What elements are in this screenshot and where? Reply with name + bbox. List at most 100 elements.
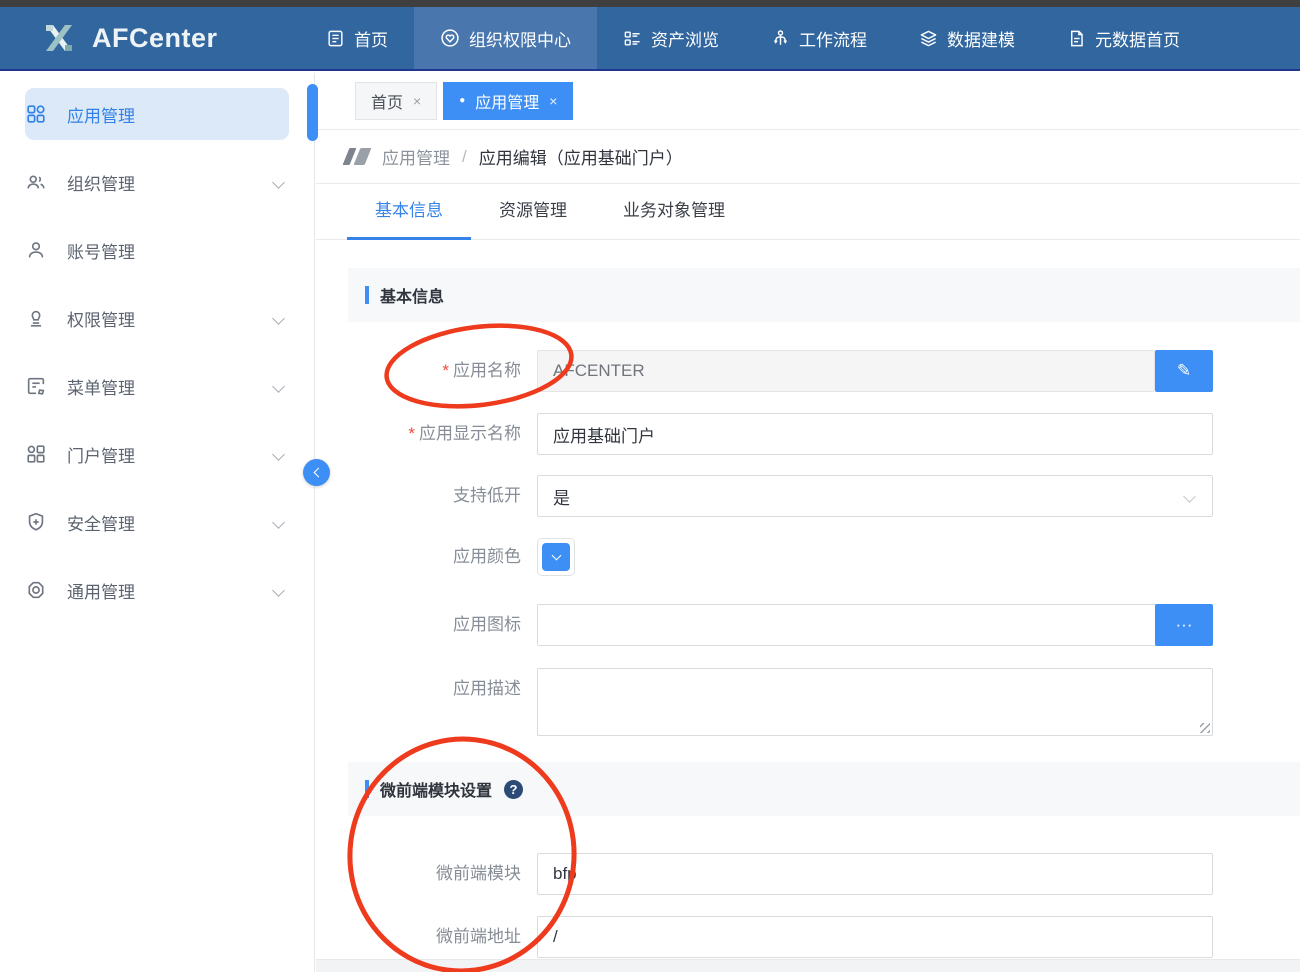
nav-item-data-modeling[interactable]: 数据建模 — [893, 7, 1041, 69]
field-label: 应用描述 — [316, 668, 537, 736]
afcenter-logo-icon — [38, 17, 80, 59]
chevron-down-icon — [1183, 490, 1196, 503]
nav-item-org-permission-center[interactable]: 组织权限中心 — [414, 7, 597, 69]
chevron-down-icon — [272, 448, 285, 461]
tab-resource-management[interactable]: 资源管理 — [471, 196, 595, 239]
sidebar-item-general-management[interactable]: 通用管理 — [25, 564, 289, 616]
nav-label: 工作流程 — [799, 26, 867, 51]
org-permission-heart-icon — [440, 28, 460, 48]
section-header-basic-info: 基本信息 — [348, 268, 1300, 322]
sidebar-item-app-management[interactable]: 应用管理 — [25, 88, 289, 140]
sidebar-item-label: 组织管理 — [67, 170, 135, 195]
form-row-app-description: 应用描述 — [316, 668, 1213, 736]
sidebar-collapse-button[interactable] — [303, 459, 330, 486]
low-code-select[interactable]: 是 — [537, 475, 1213, 517]
sidebar-item-security-management[interactable]: 安全管理 — [25, 496, 289, 548]
app-color-picker[interactable] — [537, 538, 575, 576]
nav-label: 组织权限中心 — [469, 26, 571, 51]
nav-item-workflow[interactable]: 工作流程 — [745, 7, 893, 69]
chevron-left-icon — [313, 468, 323, 478]
content-scroll-indicator[interactable] — [307, 84, 318, 141]
permission-seal-icon — [25, 307, 47, 329]
account-user-icon — [25, 239, 47, 261]
chevron-down-icon — [272, 176, 285, 189]
app-name-input[interactable] — [537, 350, 1155, 392]
color-swatch — [542, 543, 570, 571]
nav-label: 数据建模 — [947, 26, 1015, 51]
security-shield-icon — [25, 511, 47, 533]
tab-label: 首页 — [371, 89, 403, 113]
app-icon-input[interactable] — [537, 604, 1213, 646]
workspace-tab-home[interactable]: 首页 × — [355, 82, 437, 120]
section-title: 微前端模块设置 — [380, 777, 492, 801]
required-marker: * — [408, 424, 415, 443]
nav-label: 首页 — [354, 26, 388, 51]
app-logo-text: AFCenter — [92, 23, 218, 54]
field-label: 应用图标 — [316, 604, 537, 646]
breadcrumb-current: 应用编辑（应用基础门户） — [479, 144, 683, 169]
close-icon[interactable]: × — [413, 93, 421, 109]
form-row-app-color: 应用颜色 — [316, 538, 575, 576]
app-logo[interactable]: AFCenter — [0, 17, 300, 59]
workflow-icon — [771, 29, 790, 48]
field-label: 支持低开 — [316, 475, 537, 517]
workspace-tab-app-management[interactable]: ● 应用管理 × — [443, 82, 573, 120]
sidebar-item-account-management[interactable]: 账号管理 — [25, 224, 289, 276]
chevron-down-icon — [272, 380, 285, 393]
main-content: 首页 × ● 应用管理 × 应用管理 / 应用编辑（应用基础门户） 基本信息 资… — [316, 73, 1300, 972]
field-label: *应用名称 — [316, 350, 537, 392]
section-title: 基本信息 — [380, 283, 444, 307]
nav-item-metadata-home[interactable]: 元数据首页 — [1041, 7, 1206, 69]
breadcrumb: 应用管理 / 应用编辑（应用基础门户） — [316, 130, 1300, 184]
chevron-down-icon — [272, 584, 285, 597]
afcenter-page: AFCenter 首页 组织权限中心 — [0, 0, 1300, 972]
required-marker: * — [442, 361, 449, 380]
sidebar-item-label: 菜单管理 — [67, 374, 135, 399]
nav-label: 元数据首页 — [1095, 26, 1180, 51]
field-label: *应用显示名称 — [316, 413, 537, 455]
portal-grid-icon — [25, 443, 47, 465]
micro-frontend-module-input[interactable] — [537, 853, 1213, 895]
sidebar-item-permission-management[interactable]: 权限管理 — [25, 292, 289, 344]
micro-frontend-address-input[interactable] — [537, 916, 1213, 958]
field-label: 应用颜色 — [316, 538, 537, 576]
top-navbar: AFCenter 首页 组织权限中心 — [0, 7, 1300, 71]
select-value: 是 — [553, 484, 570, 509]
form-row-app-name: *应用名称 ✎ — [316, 350, 1213, 392]
nav-label: 资产浏览 — [651, 26, 719, 51]
org-users-icon — [25, 171, 47, 193]
close-icon[interactable]: × — [549, 93, 557, 109]
section-accent-bar — [365, 286, 369, 304]
chevron-down-icon — [551, 551, 561, 561]
left-sidebar: 应用管理 组织管理 账号管理 权 — [0, 73, 315, 972]
section-header-micro-frontend: 微前端模块设置 ? — [348, 762, 1300, 816]
detail-tabs: 基本信息 资源管理 业务对象管理 — [316, 184, 1300, 240]
workspace-tab-bar: 首页 × ● 应用管理 × — [316, 73, 1300, 130]
app-description-textarea[interactable] — [537, 668, 1213, 736]
tab-label: 应用管理 — [475, 89, 539, 113]
form-row-micro-frontend-module: 微前端模块 — [316, 853, 1213, 895]
sidebar-item-menu-management[interactable]: 菜单管理 — [25, 360, 289, 412]
active-dot-icon: ● — [459, 96, 465, 106]
sidebar-item-label: 账号管理 — [67, 238, 135, 263]
nav-item-asset-browse[interactable]: 资产浏览 — [597, 7, 745, 69]
tab-basic-info[interactable]: 基本信息 — [347, 196, 471, 239]
tab-business-object-management[interactable]: 业务对象管理 — [595, 196, 753, 239]
breadcrumb-parent[interactable]: 应用管理 — [382, 144, 450, 169]
form-row-app-display-name: *应用显示名称 — [316, 413, 1213, 455]
choose-icon-button[interactable]: ··· — [1155, 604, 1213, 646]
app-display-name-input[interactable] — [537, 413, 1213, 455]
nav-item-home[interactable]: 首页 — [300, 7, 414, 69]
field-label: 微前端地址 — [316, 916, 537, 958]
help-icon[interactable]: ? — [504, 780, 523, 799]
chevron-down-icon — [272, 516, 285, 529]
general-gear-icon — [25, 579, 47, 601]
sidebar-item-label: 门户管理 — [67, 442, 135, 467]
ellipsis-icon: ··· — [1176, 615, 1193, 635]
app-edit-form: 基本信息 *应用名称 ✎ *应用显示名称 支持低开 是 — [316, 240, 1300, 972]
section-accent-bar — [365, 780, 369, 798]
edit-app-name-button[interactable]: ✎ — [1155, 350, 1213, 392]
sidebar-item-org-management[interactable]: 组织管理 — [25, 156, 289, 208]
form-row-micro-frontend-address: 微前端地址 — [316, 916, 1213, 958]
sidebar-item-portal-management[interactable]: 门户管理 — [25, 428, 289, 480]
